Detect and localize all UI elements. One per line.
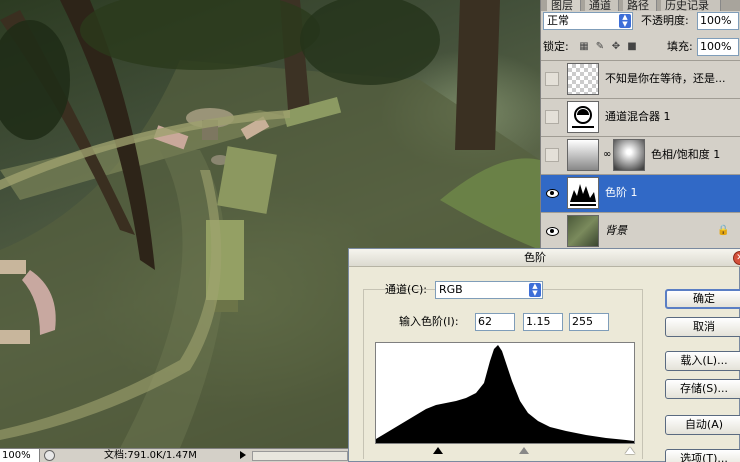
eye-icon[interactable] xyxy=(545,186,559,200)
opacity-input[interactable]: 100% xyxy=(697,12,739,30)
input-black-field[interactable]: 62 xyxy=(475,313,515,331)
layer-thumbnail xyxy=(567,215,599,247)
close-icon[interactable]: ✕ xyxy=(733,251,740,265)
zoom-field[interactable]: 100% xyxy=(0,449,40,462)
tab-layers[interactable]: 图层 xyxy=(547,0,581,11)
tab-paths[interactable]: 路径 xyxy=(623,0,657,11)
lock-all-icon[interactable]: ■ xyxy=(627,42,637,52)
layer-name: 背景 xyxy=(605,224,627,237)
gamma-handle[interactable] xyxy=(519,447,529,454)
horizontal-scrollbar[interactable] xyxy=(252,451,348,461)
white-point-handle[interactable] xyxy=(625,447,635,454)
chevron-updown-icon: ▲ ▼ xyxy=(619,14,631,28)
channel-select[interactable]: RGB ▲ ▼ xyxy=(435,281,543,299)
layer-row-levels[interactable]: 色阶 1 xyxy=(541,174,740,212)
input-white-field[interactable]: 255 xyxy=(569,313,609,331)
play-arrow-icon[interactable] xyxy=(240,451,246,459)
layer-row-channel-mixer[interactable]: 通道混合器 1 xyxy=(541,98,740,136)
status-bar: 100% 文档:791.0K/1.47M xyxy=(0,448,348,462)
layer-mask-thumbnail xyxy=(613,139,645,171)
black-point-handle[interactable] xyxy=(433,447,443,454)
layer-name: 色相/饱和度 1 xyxy=(651,148,721,161)
visibility-toggle[interactable] xyxy=(545,110,559,124)
layer-row-background[interactable]: 背景 🔒 xyxy=(541,212,740,248)
histogram-graph xyxy=(376,345,634,443)
ok-button[interactable]: 确定 xyxy=(665,289,740,309)
channel-label: 通道(C): xyxy=(385,283,427,296)
adjustment-thumbnail xyxy=(567,139,599,171)
adjustment-thumbnail xyxy=(567,177,599,209)
load-button[interactable]: 载入(L)... xyxy=(665,351,740,371)
layer-thumbnail xyxy=(567,63,599,95)
lock-brush-icon[interactable]: ✎ xyxy=(595,42,605,52)
lock-transparency-icon[interactable]: ▦ xyxy=(579,42,589,52)
lock-icon: 🔒 xyxy=(717,225,730,236)
tab-channels[interactable]: 通道 xyxy=(585,0,619,11)
status-info-icon[interactable] xyxy=(44,450,55,461)
document-size: 文档:791.0K/1.47M xyxy=(104,450,197,461)
lock-label: 锁定: xyxy=(543,40,569,53)
layer-row-hue-saturation[interactable]: ∞ 色相/饱和度 1 xyxy=(541,136,740,174)
input-levels-label: 输入色阶(I): xyxy=(399,315,459,328)
save-button[interactable]: 存储(S)... xyxy=(665,379,740,399)
blend-row: 正常 ▲ ▼ 不透明度: 100% xyxy=(543,12,739,32)
adjustment-thumbnail xyxy=(567,101,599,133)
visibility-toggle[interactable] xyxy=(545,148,559,162)
layer-name: 通道混合器 1 xyxy=(605,110,671,123)
blend-mode-value: 正常 xyxy=(547,14,569,27)
cancel-button[interactable]: 取消 xyxy=(665,317,740,337)
options-button[interactable]: 选项(T)... xyxy=(665,449,740,462)
histogram xyxy=(375,342,635,444)
chain-link-icon[interactable]: ∞ xyxy=(603,149,611,160)
chevron-updown-icon: ▲ ▼ xyxy=(529,283,541,297)
input-levels-slider xyxy=(375,445,635,459)
opacity-label: 不透明度: xyxy=(641,14,689,27)
panel-tabs: 图层 通道 路径 历史记录 xyxy=(541,0,740,11)
layer-name: 不知是你在等待，还是... xyxy=(605,72,726,85)
dialog-titlebar[interactable]: 色阶 ✕ xyxy=(349,249,740,267)
fill-label: 填充: xyxy=(667,40,693,53)
dialog-title: 色阶 xyxy=(524,251,546,264)
eye-icon[interactable] xyxy=(545,224,559,238)
fill-input[interactable]: 100% xyxy=(697,38,739,56)
blend-mode-select[interactable]: 正常 ▲ ▼ xyxy=(543,12,633,30)
levels-dialog: 色阶 ✕ 通道(C): RGB ▲ ▼ 输入色阶(I): 62 1.15 255 … xyxy=(348,248,740,462)
auto-button[interactable]: 自动(A) xyxy=(665,415,740,435)
channel-value: RGB xyxy=(439,283,463,296)
layer-name: 色阶 1 xyxy=(605,186,638,199)
lock-move-icon[interactable]: ✥ xyxy=(611,42,621,52)
lock-row: 锁定: ▦ ✎ ✥ ■ 填充: 100% xyxy=(543,38,739,58)
layers-panel: 图层 通道 路径 历史记录 正常 ▲ ▼ 不透明度: 100% 锁定: ▦ ✎ ✥… xyxy=(540,0,740,248)
tab-history[interactable]: 历史记录 xyxy=(661,0,721,11)
input-gamma-field[interactable]: 1.15 xyxy=(523,313,563,331)
layer-row-text[interactable]: 不知是你在等待，还是... xyxy=(541,60,740,98)
visibility-toggle[interactable] xyxy=(545,72,559,86)
